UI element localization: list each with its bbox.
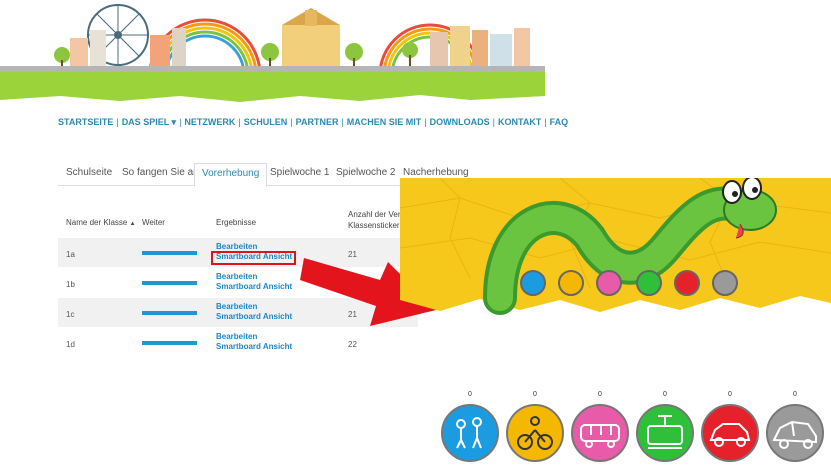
token-count-tram: 0 bbox=[663, 391, 667, 398]
smartboard-snake-view bbox=[400, 178, 831, 315]
sticker-count: 22 bbox=[348, 340, 357, 349]
tab-spielwoche-2[interactable]: Spielwoche 2 bbox=[336, 163, 395, 184]
edit-link[interactable]: Bearbeiten bbox=[216, 272, 257, 281]
token-count-car: 0 bbox=[728, 391, 732, 398]
highlight-box bbox=[211, 251, 296, 265]
tab-spielwoche-1[interactable]: Spielwoche 1 bbox=[270, 163, 329, 184]
progress-bar bbox=[142, 251, 197, 255]
nav-machen-sie-mit[interactable]: MACHEN SIE MIT bbox=[347, 117, 422, 127]
nav-faq[interactable]: FAQ bbox=[550, 117, 569, 127]
parent-taxi-icon bbox=[712, 270, 738, 296]
token-count-bus: 0 bbox=[598, 391, 602, 398]
token-count-bicycle: 0 bbox=[533, 391, 537, 398]
smartboard-link[interactable]: Smartboard Ansicht bbox=[216, 282, 292, 291]
smartboard-link[interactable]: Smartboard Ansicht bbox=[216, 312, 292, 321]
token-count-taxi: 0 bbox=[793, 391, 797, 398]
class-name: 1c bbox=[66, 310, 75, 319]
edit-link[interactable]: Bearbeiten bbox=[216, 302, 257, 311]
tab-schulseite[interactable]: Schulseite bbox=[66, 163, 112, 184]
edit-link[interactable]: Bearbeiten bbox=[216, 332, 257, 341]
bicycle-icon bbox=[558, 270, 584, 296]
table-row: 1d Bearbeiten Smartboard Ansicht 22 bbox=[58, 328, 418, 357]
class-name: 1b bbox=[66, 280, 75, 289]
column-header-ergebnisse: Ergebnisse bbox=[216, 218, 257, 227]
nav-downloads[interactable]: DOWNLOADS bbox=[430, 117, 490, 127]
token-count-walking: 0 bbox=[468, 391, 472, 398]
tram-icon bbox=[636, 270, 662, 296]
progress-bar bbox=[142, 281, 197, 285]
tram-icon[interactable] bbox=[636, 404, 694, 462]
progress-bar bbox=[142, 341, 197, 345]
column-header-weiter: Weiter bbox=[142, 218, 165, 227]
nav-partner[interactable]: PARTNER bbox=[296, 117, 339, 127]
smartboard-link[interactable]: Smartboard Ansicht bbox=[216, 342, 292, 351]
bus-icon[interactable] bbox=[571, 404, 629, 462]
walking-children-icon bbox=[520, 270, 546, 296]
sort-ascending-icon: ▲ bbox=[129, 221, 136, 227]
class-name: 1d bbox=[66, 340, 75, 349]
header-banner-illustration bbox=[0, 0, 545, 105]
nav-startseite[interactable]: STARTSEITE bbox=[58, 117, 113, 127]
nav-kontakt[interactable]: KONTAKT bbox=[498, 117, 541, 127]
class-name: 1a bbox=[66, 250, 75, 259]
parent-taxi-icon[interactable] bbox=[766, 404, 824, 462]
edit-link[interactable]: Bearbeiten bbox=[216, 242, 257, 251]
nav-das-spiel[interactable]: DAS SPIEL ▾ bbox=[122, 117, 176, 127]
car-icon bbox=[674, 270, 700, 296]
bicycle-icon[interactable] bbox=[506, 404, 564, 462]
nav-schulen[interactable]: SCHULEN bbox=[244, 117, 288, 127]
nav-netzwerk[interactable]: NETZWERK bbox=[184, 117, 235, 127]
tab-so-fangen-sie-an[interactable]: So fangen Sie an bbox=[122, 163, 199, 184]
walking-children-icon[interactable] bbox=[441, 404, 499, 462]
progress-bar bbox=[142, 311, 197, 315]
column-header-name[interactable]: Name der Klasse ▲ bbox=[66, 218, 136, 227]
tab-vorerhebung[interactable]: Vorerhebung bbox=[194, 163, 268, 187]
main-navigation: STARTSEITE | DAS SPIEL ▾ | NETZWERK | SCHULEN |… bbox=[58, 117, 569, 127]
bus-icon bbox=[596, 270, 622, 296]
car-icon[interactable] bbox=[701, 404, 759, 462]
